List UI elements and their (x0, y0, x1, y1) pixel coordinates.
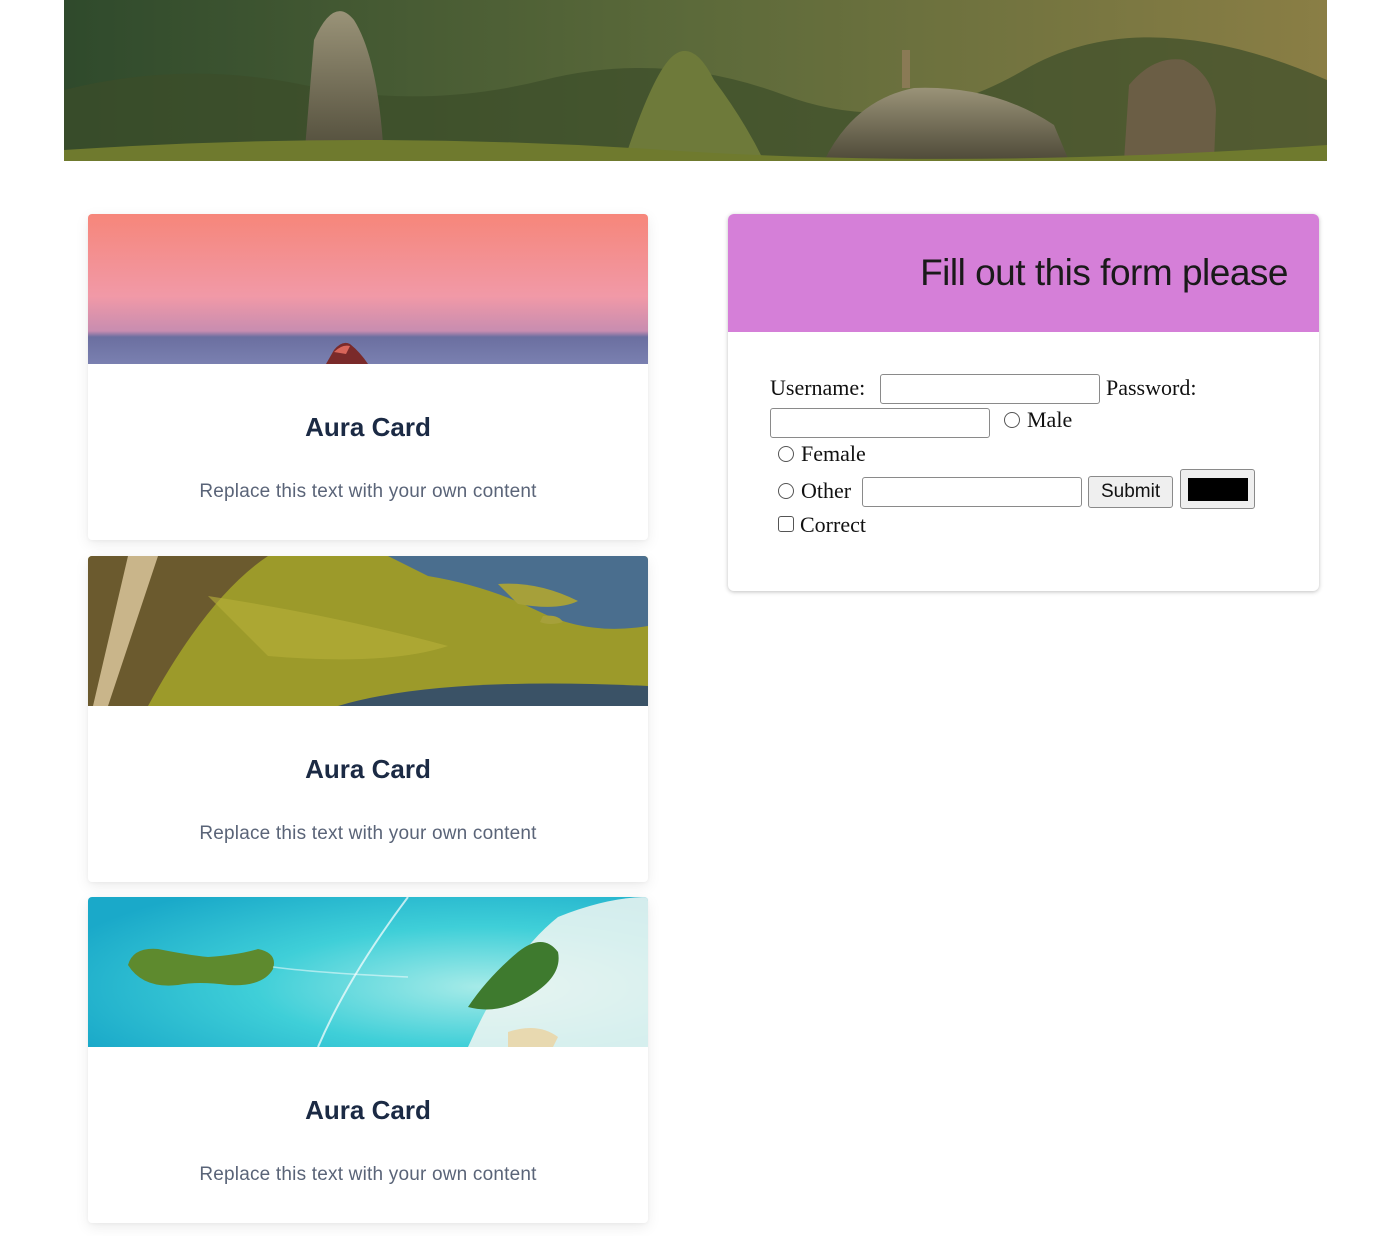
gender-female-label: Female (801, 441, 866, 466)
username-label: Username: (770, 375, 866, 400)
correct-checkbox-label: Correct (800, 512, 866, 537)
card-title: Aura Card (305, 1095, 431, 1125)
password-label: Password: (1106, 375, 1197, 400)
card-title: Aura Card (305, 754, 431, 784)
gender-female-radio[interactable] (778, 446, 794, 462)
aura-card: Aura Card Replace this text with your ow… (88, 214, 648, 540)
card-image-islands (88, 897, 648, 1047)
card-text: Replace this text with your own content (199, 823, 537, 844)
correct-checkbox[interactable] (778, 516, 794, 532)
form-title: Fill out this form please (920, 252, 1288, 293)
gender-male-label: Male (1027, 407, 1073, 432)
card-text: Replace this text with your own content (199, 481, 537, 502)
card-text: Replace this text with your own content (199, 1164, 537, 1185)
gender-other-radio[interactable] (778, 483, 794, 499)
other-text-input[interactable] (862, 477, 1082, 507)
form-card: Fill out this form please Username: Pass… (728, 214, 1319, 591)
gender-male-radio[interactable] (1004, 412, 1020, 428)
aura-card: Aura Card Replace this text with your ow… (88, 556, 648, 882)
card-image-sunset (88, 214, 648, 364)
aura-card: Aura Card Replace this text with your ow… (88, 897, 648, 1223)
gender-other-label: Other (801, 478, 852, 503)
username-input[interactable] (880, 374, 1100, 404)
submit-button[interactable]: Submit (1088, 476, 1174, 508)
form-header: Fill out this form please (728, 214, 1319, 332)
card-title: Aura Card (305, 412, 431, 442)
color-swatch (1188, 478, 1248, 501)
color-picker[interactable] (1180, 469, 1255, 509)
card-image-river (88, 556, 648, 706)
password-input[interactable] (770, 408, 990, 438)
hero-banner-image (64, 0, 1327, 161)
